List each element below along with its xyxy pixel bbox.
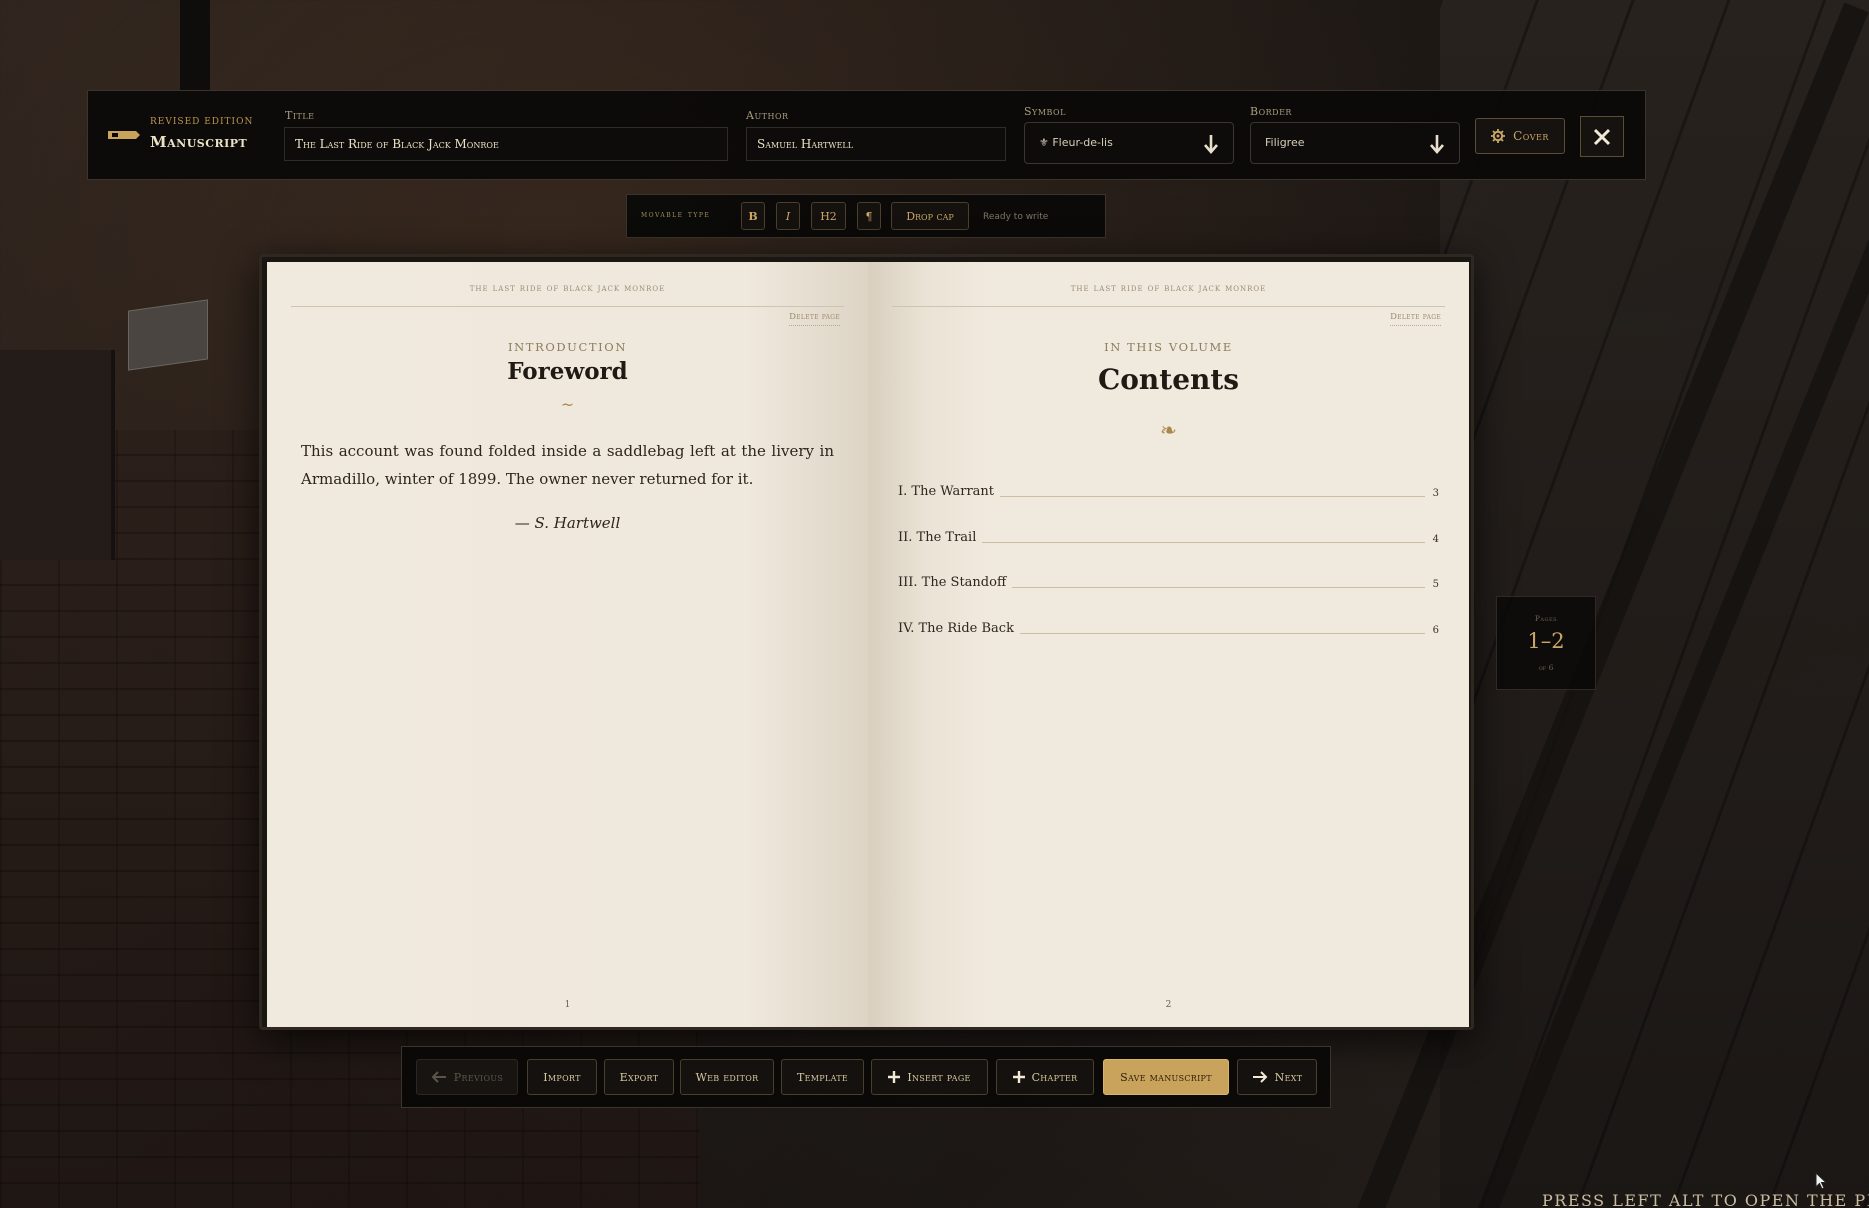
arrow-left-icon xyxy=(431,1071,446,1083)
editor-status: Ready to write xyxy=(983,212,1049,222)
page-total: of 6 xyxy=(1538,663,1554,672)
next-button[interactable]: Next xyxy=(1237,1059,1317,1095)
section-eyebrow: INTRODUCTION xyxy=(508,340,627,354)
running-head: the last ride of black jack monroe xyxy=(1070,283,1267,294)
symbol-select[interactable]: ⚜ Fleur-de-lis xyxy=(1024,122,1234,164)
arrow-right-icon xyxy=(1252,1071,1268,1083)
template-button[interactable]: Template xyxy=(781,1059,864,1095)
toc-entry[interactable]: III. The Standoff 5 xyxy=(898,575,1439,621)
tilde-ornament: ~ xyxy=(560,395,575,414)
insert-page-label: Insert page xyxy=(907,1070,971,1084)
border-label: Border xyxy=(1250,105,1292,118)
left-page[interactable]: the last ride of black jack monroe Delet… xyxy=(267,262,868,1027)
right-page[interactable]: the last ride of black jack monroe Delet… xyxy=(868,262,1469,1027)
toc-leader xyxy=(1012,587,1425,588)
toc-entry-title: II. The Trail xyxy=(898,529,977,545)
key-prompt: PRESS LEFT ALT TO OPEN THE PRI xyxy=(1542,1191,1869,1208)
crate xyxy=(0,350,115,560)
chapter-label: Chapter xyxy=(1031,1070,1078,1084)
next-label: Next xyxy=(1274,1070,1303,1084)
plus-icon xyxy=(888,1071,901,1083)
toc-entry[interactable]: I. The Warrant 3 xyxy=(898,484,1439,530)
cover-button-label: Cover xyxy=(1513,129,1549,143)
insert-page-button[interactable]: Insert page xyxy=(871,1059,988,1095)
toc-entry[interactable]: II. The Trail 4 xyxy=(898,530,1439,576)
page-heading: Contents xyxy=(1097,363,1240,396)
toc-entry-title: IV. The Ride Back xyxy=(898,620,1014,636)
drop-cap-button[interactable]: Drop cap xyxy=(891,202,969,230)
close-icon xyxy=(1593,128,1611,145)
italic-button[interactable]: I xyxy=(776,202,800,230)
author-label: Author xyxy=(746,109,789,122)
toc-leader xyxy=(1000,496,1425,497)
author-field[interactable]: Samuel Hartwell xyxy=(746,127,1006,161)
import-button[interactable]: Import xyxy=(527,1059,597,1095)
bold-button[interactable]: B xyxy=(741,202,765,230)
toc-entry-page: 3 xyxy=(1432,488,1439,499)
page-heading: Foreword xyxy=(507,358,628,385)
metal-bin xyxy=(128,299,208,371)
toc-entry-page: 6 xyxy=(1432,624,1439,636)
border-select[interactable]: Filigree xyxy=(1250,122,1460,164)
page-range: 1–2 xyxy=(1527,629,1565,653)
foreword-signature: — S. Hartwell xyxy=(514,514,621,532)
lamp-post xyxy=(180,0,210,90)
brand-title: Manuscript xyxy=(150,133,248,151)
web-editor-button[interactable]: Web editor xyxy=(680,1059,774,1095)
quill-pen-icon xyxy=(108,131,140,139)
toc-leader xyxy=(1019,632,1425,634)
heading2-button[interactable]: H2 xyxy=(811,202,846,230)
toc-entry[interactable]: IV. The Ride Back 6 xyxy=(898,621,1439,667)
foreword-text: This account was found folded inside a s… xyxy=(301,442,834,488)
previous-label: Previous xyxy=(453,1070,504,1084)
page-indicator: Pages 1–2 of 6 xyxy=(1496,596,1596,690)
previous-button[interactable]: Previous xyxy=(416,1059,518,1095)
toc-entry-title: III. The Standoff xyxy=(898,575,1007,590)
header-rule xyxy=(291,306,844,307)
table-of-contents: I. The Warrant 3 II. The Trail 4 III. Th… xyxy=(898,484,1439,666)
save-manuscript-button[interactable]: Save manuscript xyxy=(1103,1059,1229,1095)
section-eyebrow: IN THIS VOLUME xyxy=(1104,340,1233,354)
toc-entry-title: I. The Warrant xyxy=(898,484,995,499)
page-number: 1 xyxy=(564,1000,571,1010)
toc-leader xyxy=(982,541,1425,543)
manuscript-header: Revised edition Manuscript Title The Las… xyxy=(87,90,1646,180)
gear-icon xyxy=(1491,129,1506,143)
title-label: Title xyxy=(285,109,315,122)
open-book: the last ride of black jack monroe Delet… xyxy=(259,254,1474,1030)
running-head: the last ride of black jack monroe xyxy=(469,283,666,294)
page-indicator-label: Pages xyxy=(1534,614,1558,623)
cover-button[interactable]: Cover xyxy=(1475,118,1565,154)
delete-page-button[interactable]: Delete page xyxy=(789,312,840,326)
toolbar-label: movable type xyxy=(641,210,711,220)
arrow-down-icon xyxy=(1204,135,1218,154)
toc-entry-page: 5 xyxy=(1432,579,1439,590)
brand-subtitle: Revised edition xyxy=(150,117,254,127)
chapter-button[interactable]: Chapter xyxy=(996,1059,1094,1095)
title-field[interactable]: The Last Ride of Black Jack Monroe xyxy=(284,127,728,161)
fleuron-ornament: ❧ xyxy=(1160,418,1177,442)
toc-entry-page: 4 xyxy=(1432,533,1439,545)
page-number: 2 xyxy=(1165,1000,1172,1010)
border-select-value: Filigree xyxy=(1265,136,1305,149)
mouse-cursor-icon xyxy=(1815,1172,1827,1190)
arrow-down-icon xyxy=(1430,135,1444,154)
symbol-select-value: ⚜ Fleur-de-lis xyxy=(1039,136,1113,149)
header-rule xyxy=(892,306,1445,307)
delete-page-button[interactable]: Delete page xyxy=(1390,312,1441,326)
close-button[interactable] xyxy=(1580,116,1624,157)
plus-icon xyxy=(1012,1071,1025,1083)
action-bar: Previous Import Export Web editor Templa… xyxy=(401,1046,1331,1108)
symbol-label: Symbol xyxy=(1024,105,1066,118)
paragraph-button[interactable]: ¶ xyxy=(857,202,881,230)
formatting-toolbar: movable type B I H2 ¶ Drop cap Ready to … xyxy=(626,194,1106,238)
export-button[interactable]: Export xyxy=(604,1059,674,1095)
